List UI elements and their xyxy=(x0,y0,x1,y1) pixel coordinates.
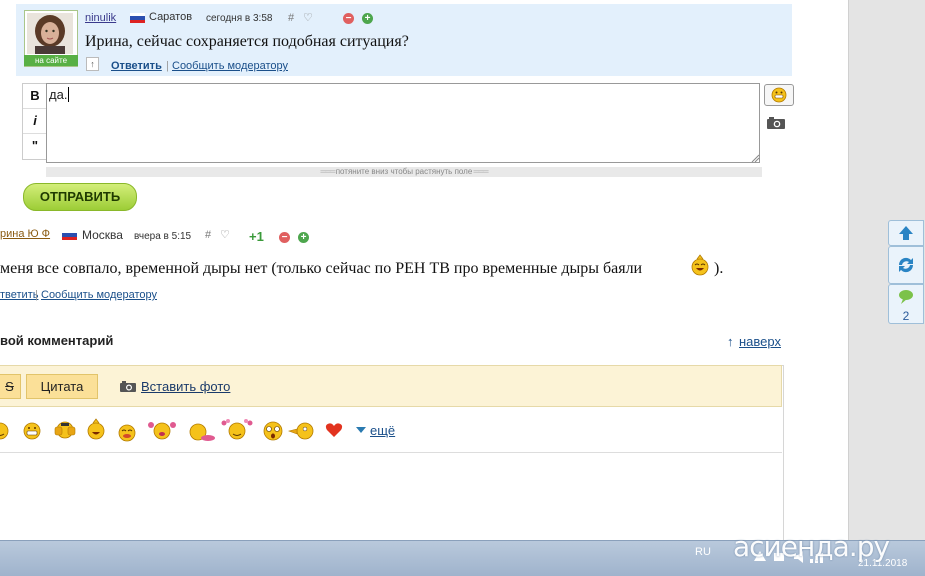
grip-lines-left-icon: ═══ xyxy=(320,167,336,176)
russia-flag-icon xyxy=(62,230,77,240)
arrow-up-icon: ↑ xyxy=(727,334,734,349)
report-moderator-link[interactable]: Сообщить модератору xyxy=(41,289,157,301)
comment-city: Саратов xyxy=(149,11,193,23)
heart-icon[interactable] xyxy=(325,422,343,438)
girl-smiley-icon[interactable] xyxy=(147,418,177,442)
laughing-smiley-icon[interactable] xyxy=(86,418,106,440)
thumbs-smiley-icon[interactable] xyxy=(54,419,76,441)
arrow-up-icon[interactable]: ↑ xyxy=(86,57,99,71)
refresh-button[interactable] xyxy=(888,246,924,284)
section-title: вой комментарий xyxy=(0,333,114,348)
online-status-badge: на сайте xyxy=(24,55,78,66)
comment-text-end: ). xyxy=(714,260,724,277)
love-smiley-icon[interactable] xyxy=(220,418,254,442)
format-toolbar: B i " xyxy=(22,83,48,160)
permalink-hash[interactable]: # xyxy=(205,229,211,241)
reply-text-value: да. xyxy=(49,87,68,102)
comment-city: Москва xyxy=(82,228,123,242)
reply-link[interactable]: тветить xyxy=(0,289,38,301)
blush-smiley-icon[interactable] xyxy=(118,424,136,442)
reply-link[interactable]: Ответить xyxy=(111,60,162,72)
text-cursor: ​ xyxy=(68,87,70,102)
permalink-hash[interactable]: # xyxy=(288,12,294,24)
smiley-icon xyxy=(771,87,787,103)
reply-textarea[interactable]: да.​ xyxy=(46,83,760,163)
separator: | xyxy=(166,60,169,72)
surprised-smiley-icon[interactable] xyxy=(262,420,284,442)
avatar-photo[interactable] xyxy=(27,13,73,54)
russia-flag-icon xyxy=(130,13,145,23)
comment-time: сегодня в 3:58 xyxy=(206,13,273,24)
new-comments-count: 2 xyxy=(902,309,910,323)
comment-score: +1 xyxy=(249,229,264,244)
quote-button[interactable]: Цитата xyxy=(26,374,98,399)
vote-down-button[interactable]: − xyxy=(279,232,290,243)
quote-mark-button[interactable]: " xyxy=(23,134,47,158)
laughing-smiley-icon xyxy=(691,254,709,276)
arrow-up-icon xyxy=(899,226,913,240)
comment-time: вчера в 5:15 xyxy=(134,231,192,242)
heart-icon[interactable]: ♡ xyxy=(220,228,230,241)
scroll-up-button[interactable] xyxy=(888,220,924,246)
back-to-top-link[interactable]: наверх xyxy=(739,334,781,349)
wink-smiley-icon[interactable] xyxy=(0,422,10,440)
insert-photo-link[interactable]: Вставить фото xyxy=(141,379,230,394)
vote-down-button[interactable]: − xyxy=(343,13,354,24)
send-button[interactable]: ОТПРАВИТЬ xyxy=(23,183,137,211)
heart-icon[interactable]: ♡ xyxy=(303,11,313,24)
report-moderator-link[interactable]: Сообщить модератору xyxy=(172,60,288,72)
vote-up-button[interactable]: + xyxy=(298,232,309,243)
refresh-icon xyxy=(898,257,914,273)
stretch-handle[interactable]: ═══ потяните вниз чтобы растянуть поле ═… xyxy=(46,167,762,177)
kiss-smiley-icon[interactable] xyxy=(188,422,218,444)
bold-button[interactable]: B xyxy=(23,84,47,109)
strikethrough-button[interactable]: S xyxy=(0,374,21,399)
camera-icon[interactable] xyxy=(119,380,137,393)
comment-author-link[interactable]: ninulik xyxy=(85,12,116,24)
stretch-hint: потяните вниз чтобы растянуть поле xyxy=(335,167,473,176)
vote-up-button[interactable]: + xyxy=(362,13,373,24)
site-watermark: асиенда.ру xyxy=(733,530,890,563)
comment-author-link[interactable]: рина Ю Ф xyxy=(0,228,50,240)
separator: | xyxy=(35,289,38,301)
comment-text: меня все совпало, временной дыры нет (то… xyxy=(0,260,643,277)
grin-smiley-icon[interactable] xyxy=(23,422,41,440)
chat-bubble-icon xyxy=(899,290,913,304)
caret-down-icon[interactable] xyxy=(356,427,366,433)
language-indicator[interactable]: RU xyxy=(695,546,711,558)
italic-button[interactable]: i xyxy=(23,109,47,134)
editor-toolbar xyxy=(0,365,782,407)
emoji-picker-button[interactable] xyxy=(764,84,794,106)
camera-icon[interactable] xyxy=(766,116,786,130)
more-smiles-link[interactable]: ещё xyxy=(370,423,395,438)
pointing-smiley-icon[interactable] xyxy=(288,420,316,442)
grip-lines-right-icon: ═══ xyxy=(472,167,489,176)
resize-grip-icon[interactable] xyxy=(751,154,760,163)
new-comments-button[interactable]: 2 xyxy=(888,284,924,324)
comment-text: Ирина, сейчас сохраняется подобная ситуа… xyxy=(85,33,409,50)
